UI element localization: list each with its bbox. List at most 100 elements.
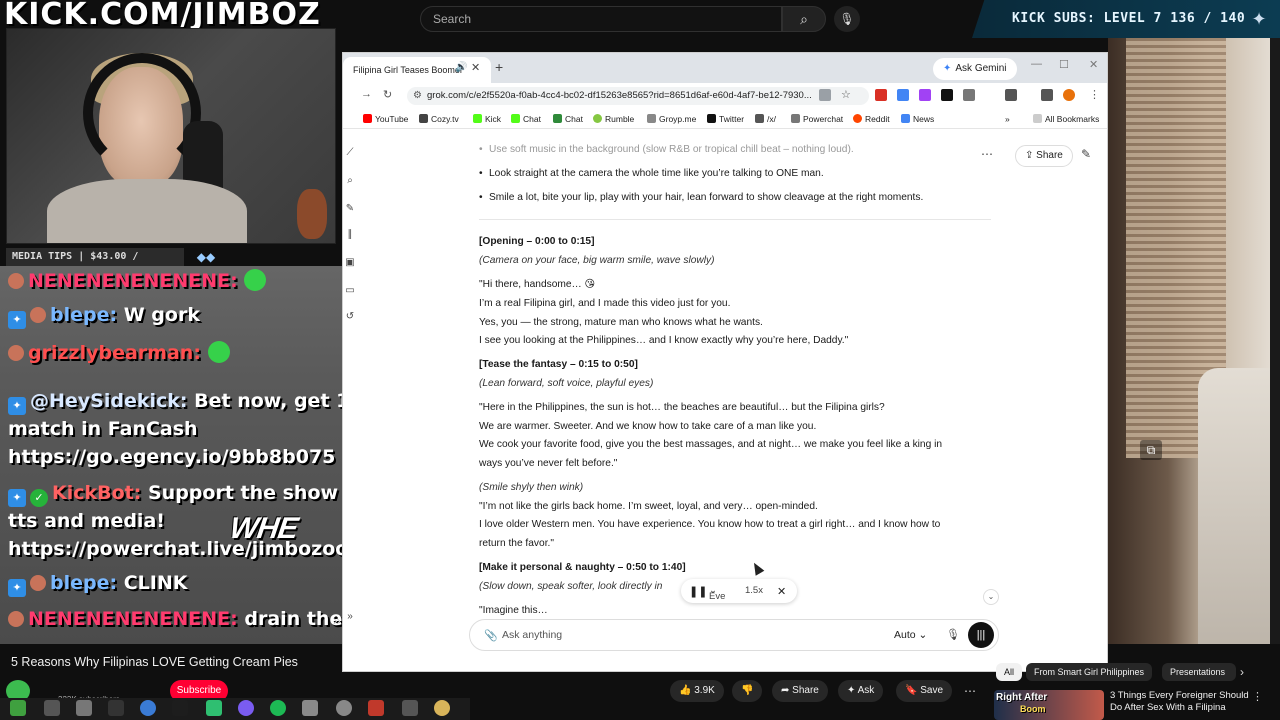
profile-avatar[interactable] xyxy=(1063,89,1075,101)
bookmark-powerchat[interactable]: Powerchat xyxy=(791,114,843,124)
avatar xyxy=(8,345,24,361)
more-options-icon[interactable]: ⋯ xyxy=(964,684,976,698)
taskbar-app-icon[interactable] xyxy=(108,700,124,716)
taskbar-app-icon[interactable] xyxy=(402,700,418,716)
taskbar-app-icon[interactable] xyxy=(434,700,450,716)
ask-button[interactable]: ✦ Ask xyxy=(838,680,884,702)
new-chat-icon[interactable]: ✎ xyxy=(1081,147,1091,161)
bookmark-kick[interactable]: Kick xyxy=(473,114,501,124)
pause-icon[interactable]: ❚❚ xyxy=(689,585,707,598)
taskbar-app-icon[interactable] xyxy=(368,700,384,716)
bookmark-news[interactable]: News xyxy=(901,114,934,124)
x-extension-icon[interactable] xyxy=(941,89,953,101)
taskbar-app-icon[interactable] xyxy=(76,700,92,716)
extension-icon[interactable] xyxy=(875,89,887,101)
taskbar-app-icon[interactable] xyxy=(206,700,222,716)
taskbar-spotify-icon[interactable] xyxy=(270,700,286,716)
grok-logo-icon[interactable]: ⟋ xyxy=(343,147,357,159)
voice-selector[interactable]: Eve ⌄ xyxy=(709,585,725,602)
taskbar-app-icon[interactable] xyxy=(336,700,352,716)
extension-icon[interactable] xyxy=(919,89,931,101)
ask-anything-input[interactable] xyxy=(502,620,882,650)
chip-all[interactable]: All xyxy=(996,663,1023,681)
star-icon[interactable]: ☆ xyxy=(841,89,853,101)
dislike-button[interactable]: 👎 xyxy=(732,680,763,702)
share-button[interactable]: ⇪ Share xyxy=(1015,145,1073,167)
history-icon[interactable]: ↺ xyxy=(343,311,357,323)
mic-icon[interactable]: 🎙 xyxy=(834,6,860,32)
chevron-down-icon[interactable]: ⌄ xyxy=(983,589,999,605)
kebab-menu-icon[interactable]: ⋮ xyxy=(1252,690,1263,703)
bookmark-chat[interactable]: Chat xyxy=(511,114,541,124)
extension-icon[interactable] xyxy=(897,89,909,101)
media-controls-icon[interactable] xyxy=(1041,89,1053,101)
share-button[interactable]: ➦ Share xyxy=(772,680,828,702)
bookmark-x[interactable]: /x/ xyxy=(755,114,776,124)
speaker-icon[interactable]: 🔊 xyxy=(455,62,467,73)
chevron-right-icon[interactable]: » xyxy=(343,611,357,623)
youtube-search-input[interactable]: Search xyxy=(420,6,782,32)
model-selector[interactable]: Auto ⌄ xyxy=(894,629,927,641)
taskbar-chrome-icon[interactable] xyxy=(140,700,156,716)
image-icon[interactable]: ▣ xyxy=(343,257,357,269)
recommended-thumbnail[interactable]: Right After Boom xyxy=(994,690,1104,720)
minimize-icon[interactable]: — xyxy=(1031,58,1042,70)
attach-icon[interactable]: 📎 xyxy=(484,629,498,642)
tab-grok[interactable]: Filipina Girl Teases Boomer xyxy=(343,57,491,83)
chip-presentations[interactable]: Presentations xyxy=(1162,663,1236,681)
bookmark-youtube[interactable]: YouTube xyxy=(363,114,408,124)
voice-name: Eve xyxy=(709,591,726,602)
kebab-menu-icon[interactable]: ⋮ xyxy=(1089,89,1101,101)
bookmark-groyp[interactable]: Groyp.me xyxy=(647,114,696,124)
install-icon[interactable] xyxy=(819,89,831,101)
maximize-icon[interactable]: ☐ xyxy=(1059,58,1069,71)
playback-speed[interactable]: 1.5x xyxy=(745,585,763,596)
miniplayer-icon[interactable]: ⧉ xyxy=(1140,440,1162,460)
sidebar-icon[interactable] xyxy=(1005,89,1017,101)
bookmark-reddit[interactable]: Reddit xyxy=(853,114,890,124)
bookmark-twitter[interactable]: Twitter xyxy=(707,114,744,124)
taskbar-app-icon[interactable] xyxy=(238,700,254,716)
bookmark-cozy[interactable]: Cozy.tv xyxy=(419,114,459,124)
chevron-right-icon[interactable]: » xyxy=(333,612,341,628)
recommended-title[interactable]: 3 Things Every Foreigner Should Do After… xyxy=(1110,690,1260,714)
address-bar[interactable]: ⚙ grok.com/c/e2f5520a-f0ab-4cc4-bc02-df15… xyxy=(407,87,869,105)
voice-mode-icon[interactable]: ||| xyxy=(968,622,994,648)
search-icon[interactable]: ⌕ xyxy=(782,6,826,32)
search-icon[interactable]: ⌕ xyxy=(343,175,357,187)
close-icon[interactable]: ✕ xyxy=(777,585,786,598)
chevron-right-icon[interactable]: » xyxy=(1005,114,1010,124)
taskbar-app-icon[interactable] xyxy=(44,700,60,716)
folder-icon[interactable]: ▭ xyxy=(343,285,357,297)
more-options-icon[interactable]: ⋯ xyxy=(981,147,993,161)
like-button[interactable]: 👍 3.9K xyxy=(670,680,724,702)
all-bookmarks[interactable]: All Bookmarks xyxy=(1033,114,1099,124)
mic-icon[interactable]: 🎙 xyxy=(946,628,960,641)
ask-gemini-button[interactable]: ✦ Ask Gemini xyxy=(933,58,1017,80)
figurine-icon xyxy=(297,189,327,239)
taskbar-frog-icon[interactable] xyxy=(10,700,26,716)
bookmark-chat[interactable]: Chat xyxy=(553,114,583,124)
chevron-right-icon[interactable]: › xyxy=(1240,665,1244,679)
video-title[interactable]: 5 Reasons Why Filipinas LOVE Getting Cre… xyxy=(11,655,298,669)
window-close-icon[interactable]: ✕ xyxy=(1089,58,1098,71)
kick-icon xyxy=(511,114,520,123)
chat-link[interactable]: https://go.egency.io/9bb8b075 xyxy=(8,444,335,471)
voice-icon[interactable]: ∥ xyxy=(343,229,357,241)
bookmark-label: All Bookmarks xyxy=(1045,114,1100,124)
site-info-icon[interactable]: ⚙ xyxy=(413,87,422,105)
taskbar-app-icon[interactable] xyxy=(302,700,318,716)
thumbs-up-icon: 👍 xyxy=(679,685,692,696)
taskbar-app-icon[interactable] xyxy=(172,700,188,716)
bookmark-rumble[interactable]: Rumble xyxy=(593,114,634,124)
save-button[interactable]: 🔖 Save xyxy=(896,680,953,702)
close-icon[interactable]: ✕ xyxy=(471,61,480,74)
puzzle-icon[interactable] xyxy=(963,89,975,101)
new-tab-icon[interactable]: + xyxy=(495,59,503,75)
reload-icon[interactable]: ↻ xyxy=(383,88,392,101)
edit-icon[interactable]: ✎ xyxy=(343,203,357,215)
forward-icon[interactable]: → xyxy=(361,88,372,100)
chip-channel[interactable]: From Smart Girl Philippines xyxy=(1026,663,1153,681)
scrollbar[interactable] xyxy=(1270,38,1280,644)
chat-link[interactable]: https://powerchat.live/jimbozoomer xyxy=(8,536,356,563)
